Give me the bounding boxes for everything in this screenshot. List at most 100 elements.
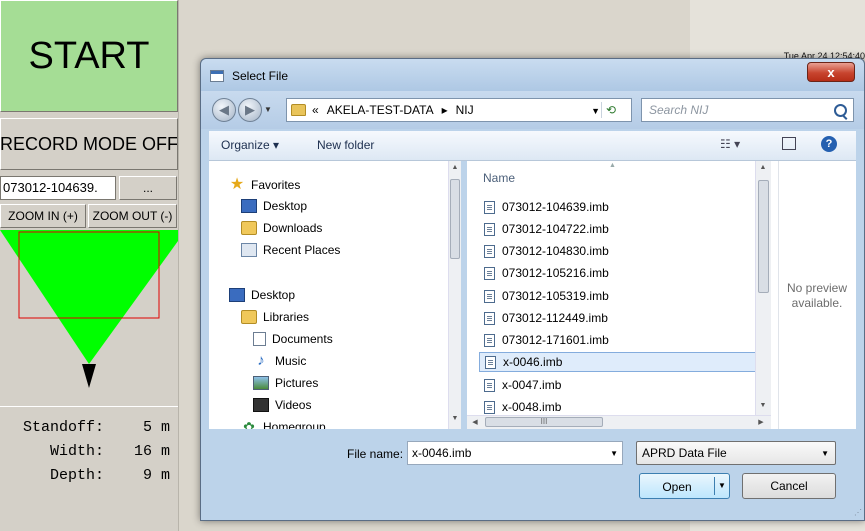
file-row[interactable]: 073012-112449.imb bbox=[479, 308, 763, 328]
nav-item-videos[interactable]: Videos bbox=[253, 398, 311, 412]
nav-label: Homegroup bbox=[263, 420, 326, 429]
file-row[interactable]: 073012-104830.imb bbox=[479, 241, 763, 261]
standoff-readout: Standoff: 5 m bbox=[8, 419, 170, 436]
nav-libraries[interactable]: Libraries bbox=[241, 310, 309, 324]
file-row[interactable]: 073012-105319.imb bbox=[479, 286, 763, 306]
breadcrumb-separator[interactable]: ▸ bbox=[442, 103, 448, 117]
sort-indicator-icon: ▲ bbox=[609, 162, 616, 169]
address-overflow[interactable]: « bbox=[312, 103, 319, 117]
new-folder-button[interactable]: New folder bbox=[317, 138, 374, 152]
recent-locations-button[interactable]: ▼ bbox=[264, 105, 272, 114]
field-of-view-display bbox=[0, 230, 178, 388]
nav-item-music[interactable]: ♪ Music bbox=[253, 352, 307, 369]
resize-grip-icon[interactable]: ⋰ bbox=[854, 508, 862, 517]
help-icon[interactable]: ? bbox=[821, 136, 837, 152]
chevron-down-icon[interactable]: ▼ bbox=[610, 449, 618, 458]
close-button[interactable]: x bbox=[807, 62, 855, 82]
search-box[interactable] bbox=[641, 98, 854, 122]
breadcrumb-akela-test-data[interactable]: AKELA-TEST-DATA bbox=[327, 103, 434, 117]
zoom-out-button[interactable]: ZOOM OUT (-) bbox=[88, 204, 177, 228]
scrollbar-thumb[interactable] bbox=[758, 180, 769, 293]
file-row[interactable]: x-0048.imb bbox=[479, 397, 763, 417]
readout-label: Width: bbox=[49, 443, 104, 460]
nav-item-documents[interactable]: Documents bbox=[253, 332, 333, 346]
preview-line: available. bbox=[791, 296, 843, 310]
scroll-left-icon[interactable]: ◀ bbox=[469, 418, 481, 426]
select-file-dialog: Select File x ◀ ▶ ▼ « AKELA-TEST-DATA ▸ … bbox=[200, 58, 865, 521]
file-icon bbox=[484, 244, 495, 258]
file-name-combobox[interactable]: ▼ bbox=[407, 441, 623, 465]
scrollbar-thumb[interactable] bbox=[450, 179, 460, 259]
file-path-field[interactable]: 073012-104639. bbox=[0, 176, 116, 200]
dialog-titlebar[interactable]: Select File x bbox=[201, 59, 864, 91]
file-type-select[interactable]: APRD Data File ▼ bbox=[636, 441, 836, 465]
file-icon bbox=[484, 200, 495, 214]
scroll-up-icon[interactable]: ▲ bbox=[757, 164, 769, 171]
open-options-icon[interactable]: ▼ bbox=[718, 481, 726, 490]
back-button[interactable]: ◀ bbox=[212, 98, 236, 122]
nav-label: Documents bbox=[272, 332, 333, 346]
scrollbar-thumb[interactable]: III bbox=[485, 417, 603, 427]
chevron-down-icon[interactable]: ▼ bbox=[821, 449, 829, 458]
documents-icon bbox=[253, 332, 266, 346]
search-input[interactable] bbox=[642, 99, 829, 121]
file-name: 073012-104830.imb bbox=[502, 244, 609, 258]
file-row[interactable]: x-0047.imb bbox=[479, 375, 763, 395]
search-icon[interactable] bbox=[834, 104, 847, 117]
nav-favorites[interactable]: ★ Favorites bbox=[229, 177, 301, 193]
scroll-down-icon[interactable]: ▼ bbox=[449, 415, 461, 422]
forward-button[interactable]: ▶ bbox=[238, 98, 262, 122]
depth-readout: Depth: 9 m bbox=[8, 467, 170, 484]
browse-button[interactable]: ... bbox=[119, 176, 177, 200]
music-icon: ♪ bbox=[257, 352, 265, 369]
nav-homegroup[interactable]: ✿ Homegroup bbox=[241, 420, 326, 429]
cancel-button[interactable]: Cancel bbox=[742, 473, 836, 499]
libraries-icon bbox=[241, 310, 257, 324]
organize-button[interactable]: Organize ▾ bbox=[221, 138, 279, 152]
readout-label: Standoff: bbox=[22, 419, 104, 436]
preview-pane-icon[interactable] bbox=[782, 137, 796, 150]
preview-line: No preview bbox=[786, 281, 848, 295]
address-dropdown-icon[interactable]: ▼ bbox=[591, 106, 600, 116]
nav-item-recent-places[interactable]: Recent Places bbox=[241, 243, 340, 257]
scroll-down-icon[interactable]: ▼ bbox=[757, 402, 769, 409]
recent-places-icon bbox=[241, 243, 257, 257]
scroll-up-icon[interactable]: ▲ bbox=[449, 164, 461, 171]
column-header-name[interactable]: Name bbox=[483, 171, 515, 185]
file-row-selected[interactable]: x-0046.imb bbox=[479, 352, 763, 372]
file-name-input[interactable] bbox=[408, 442, 602, 464]
file-list: ▲ Name 073012-104639.imb 073012-104722.i… bbox=[467, 161, 778, 429]
file-icon bbox=[484, 266, 495, 280]
downloads-folder-icon bbox=[241, 221, 257, 235]
file-list-horizontal-scrollbar[interactable]: ◀ III ▶ bbox=[467, 415, 771, 429]
record-mode-button[interactable]: RECORD MODE OFF bbox=[0, 118, 178, 170]
homegroup-icon: ✿ bbox=[243, 419, 255, 429]
nav-item-desktop[interactable]: Desktop bbox=[241, 199, 307, 213]
change-view-button[interactable]: ☷ ▾ bbox=[720, 137, 740, 151]
nav-label: Pictures bbox=[275, 376, 319, 390]
nav-desktop-root[interactable]: Desktop bbox=[229, 288, 295, 302]
nav-label: Music bbox=[275, 354, 307, 368]
file-name: 073012-105216.imb bbox=[502, 266, 609, 280]
nav-pane-scrollbar[interactable]: ▲ ▼ bbox=[448, 161, 461, 429]
file-icon bbox=[484, 222, 495, 236]
address-bar[interactable]: « AKELA-TEST-DATA ▸ NIJ ▼ ⟲ bbox=[286, 98, 632, 122]
breadcrumb-nij[interactable]: NIJ bbox=[456, 103, 474, 117]
forward-arrow-icon: ▶ bbox=[245, 102, 255, 117]
file-row[interactable]: 073012-104639.imb bbox=[479, 197, 763, 217]
start-button[interactable]: START bbox=[0, 0, 178, 112]
nav-label: Desktop bbox=[251, 288, 296, 302]
scroll-right-icon[interactable]: ▶ bbox=[755, 418, 767, 426]
refresh-icon[interactable]: ⟲ bbox=[601, 102, 620, 118]
file-list-vertical-scrollbar[interactable]: ▲ ▼ bbox=[755, 161, 771, 416]
open-button[interactable]: Open ▼ bbox=[639, 473, 730, 499]
file-name: 073012-105319.imb bbox=[502, 289, 609, 303]
file-row[interactable]: 073012-171601.imb bbox=[479, 330, 763, 350]
nav-item-pictures[interactable]: Pictures bbox=[253, 376, 318, 390]
zoom-in-button[interactable]: ZOOM IN (+) bbox=[0, 204, 86, 228]
nav-item-downloads[interactable]: Downloads bbox=[241, 221, 322, 235]
nav-label: Favorites bbox=[251, 178, 301, 192]
file-row[interactable]: 073012-104722.imb bbox=[479, 219, 763, 239]
videos-icon bbox=[253, 398, 269, 412]
file-row[interactable]: 073012-105216.imb bbox=[479, 263, 763, 283]
